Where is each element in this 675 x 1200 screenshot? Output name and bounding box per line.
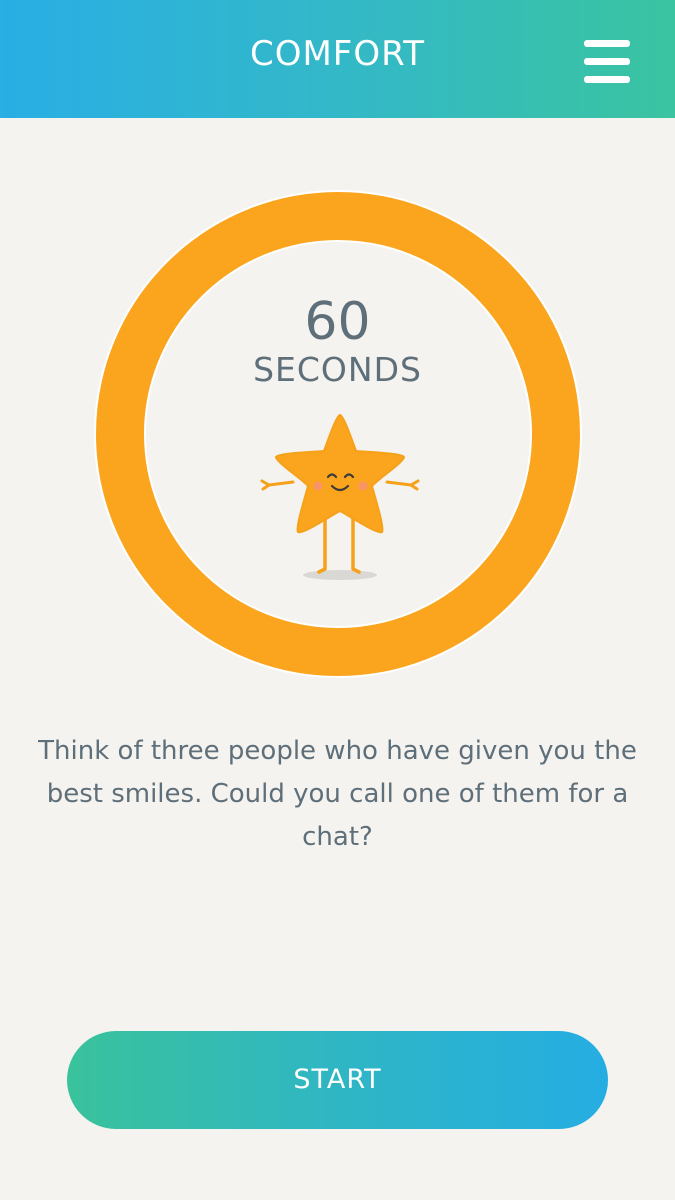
start-button[interactable]: START: [67, 1031, 608, 1129]
timer-unit-label: SECONDS: [253, 350, 422, 389]
smiling-star-icon: [260, 414, 420, 580]
app-header: COMFORT: [0, 0, 675, 118]
page-title: COMFORT: [249, 34, 426, 74]
timer-value: 60: [304, 292, 371, 352]
menu-button[interactable]: [578, 38, 634, 86]
prompt-text: Think of three people who have given you…: [38, 736, 637, 852]
